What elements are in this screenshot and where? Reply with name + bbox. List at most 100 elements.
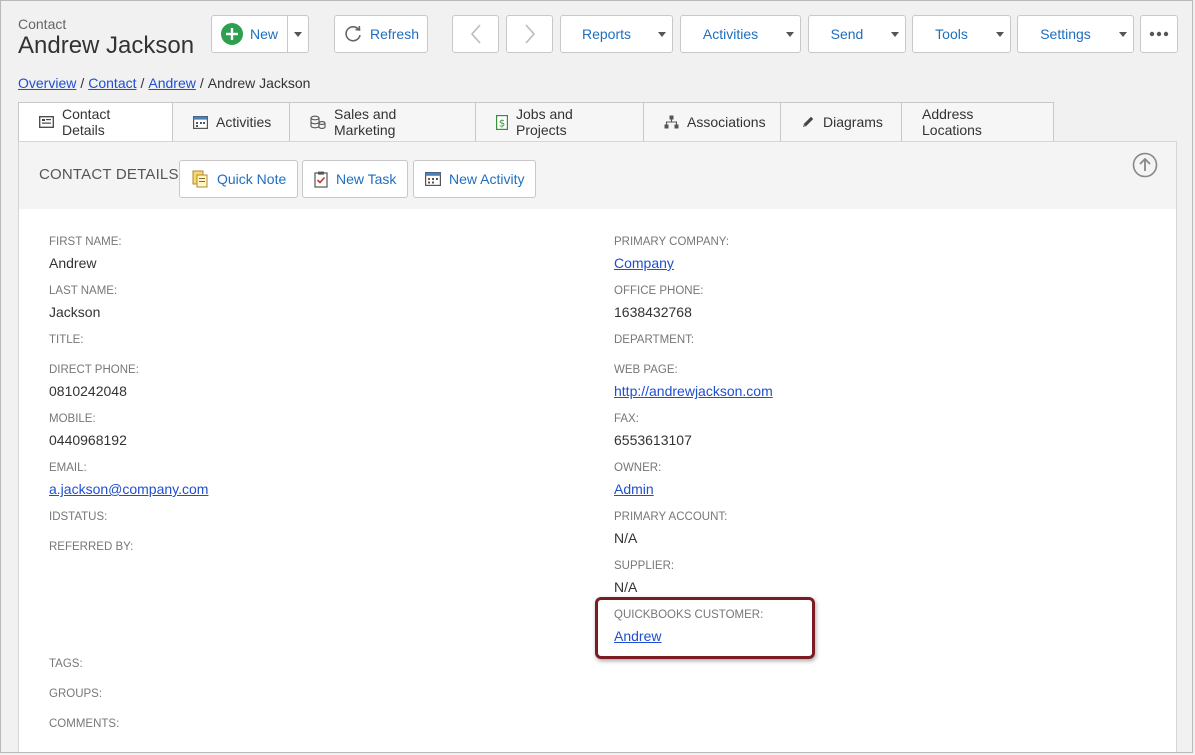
breadcrumb-link-andrew[interactable]: Andrew bbox=[148, 75, 195, 91]
calendar-icon bbox=[425, 172, 441, 186]
referred-by-label: REFERRED BY: bbox=[49, 541, 134, 553]
tab-label: Address Locations bbox=[922, 106, 982, 138]
web-page-label: WEB PAGE: bbox=[614, 364, 678, 376]
tab-sales-and-marketing[interactable]: Sales and Marketing bbox=[290, 102, 476, 142]
supplier-value: N/A bbox=[614, 579, 638, 595]
owner-label: OWNER: bbox=[614, 462, 662, 474]
tab-label: Associations bbox=[687, 114, 766, 130]
clipboard-check-icon bbox=[314, 171, 328, 188]
org-chart-icon bbox=[664, 115, 679, 129]
arrow-up-circle-icon[interactable] bbox=[1132, 152, 1158, 178]
new-button-main[interactable]: New bbox=[212, 23, 278, 45]
more-options-button[interactable] bbox=[1140, 15, 1178, 53]
primary-account-value: N/A bbox=[614, 530, 638, 546]
office-phone-value: 1638432768 bbox=[614, 304, 692, 320]
new-button-label: New bbox=[250, 26, 279, 42]
chevron-right-icon bbox=[524, 24, 535, 44]
previous-button[interactable] bbox=[452, 15, 499, 53]
new-task-label: New Task bbox=[336, 171, 397, 187]
chevron-down-icon bbox=[1113, 16, 1133, 52]
tools-label: Tools bbox=[935, 26, 968, 42]
idstatus-label: IDSTATUS: bbox=[49, 511, 108, 523]
tags-label: TAGS: bbox=[49, 658, 83, 670]
contact-details-panel: CONTACT DETAILS Quick Note New Task New … bbox=[18, 141, 1177, 752]
pencil-icon bbox=[801, 115, 815, 129]
panel-header: CONTACT DETAILS Quick Note New Task New … bbox=[19, 142, 1176, 209]
tab-diagrams[interactable]: Diagrams bbox=[781, 102, 902, 142]
panel-title: CONTACT DETAILS bbox=[39, 166, 179, 183]
settings-menu-button[interactable]: Settings bbox=[1017, 15, 1134, 53]
office-phone-label: OFFICE PHONE: bbox=[614, 285, 704, 297]
breadcrumb-link-contact[interactable]: Contact bbox=[88, 75, 136, 91]
breadcrumb-link-overview[interactable]: Overview bbox=[18, 75, 76, 91]
fax-label: FAX: bbox=[614, 413, 639, 425]
coins-icon bbox=[310, 115, 326, 129]
activities-label: Activities bbox=[702, 26, 759, 42]
refresh-icon bbox=[345, 25, 361, 42]
mobile-label: MOBILE: bbox=[49, 413, 96, 425]
app-window: Contact Andrew Jackson New Refresh Repor… bbox=[0, 0, 1193, 753]
direct-phone-value: 0810242048 bbox=[49, 383, 127, 399]
new-activity-button[interactable]: New Activity bbox=[413, 160, 537, 198]
new-task-button[interactable]: New Task bbox=[302, 160, 409, 198]
new-dropdown-caret[interactable] bbox=[288, 16, 308, 52]
new-button[interactable]: New bbox=[211, 15, 309, 53]
comments-label: COMMENTS: bbox=[49, 718, 120, 730]
quick-note-label: Quick Note bbox=[217, 171, 287, 187]
reports-label: Reports bbox=[581, 26, 632, 42]
title-label: TITLE: bbox=[49, 334, 84, 346]
tab-label: Sales and Marketing bbox=[334, 106, 397, 138]
entity-type-label: Contact bbox=[18, 16, 67, 32]
activities-menu-button[interactable]: Activities bbox=[680, 15, 801, 53]
new-activity-label: New Activity bbox=[449, 171, 525, 187]
refresh-button[interactable]: Refresh bbox=[334, 15, 428, 53]
quick-note-button[interactable]: Quick Note bbox=[179, 160, 299, 198]
fax-value: 6553613107 bbox=[614, 432, 692, 448]
tools-menu-button[interactable]: Tools bbox=[912, 15, 1011, 53]
page-title: Andrew Jackson bbox=[18, 32, 195, 59]
ellipsis-icon bbox=[1149, 31, 1169, 37]
email-label: EMAIL: bbox=[49, 462, 87, 474]
refresh-label: Refresh bbox=[369, 26, 420, 42]
next-button[interactable] bbox=[506, 15, 553, 53]
first-name-value: Andrew bbox=[49, 255, 97, 271]
tab-address-locations[interactable]: Address Locations bbox=[902, 102, 1054, 142]
plus-circle-icon bbox=[221, 23, 243, 45]
highlight-annotation-box bbox=[595, 597, 815, 659]
web-page-link[interactable]: http://andrewjackson.com bbox=[614, 383, 773, 399]
tab-jobs-and-projects[interactable]: $ Jobs and Projects bbox=[476, 102, 644, 142]
breadcrumb: Overview / Contact / Andrew / Andrew Jackson bbox=[18, 75, 311, 91]
supplier-label: SUPPLIER: bbox=[614, 560, 675, 572]
card-icon bbox=[39, 116, 54, 128]
last-name-label: LAST NAME: bbox=[49, 285, 118, 297]
primary-account-label: PRIMARY ACCOUNT: bbox=[614, 511, 728, 523]
breadcrumb-current: Andrew Jackson bbox=[207, 75, 311, 91]
note-icon bbox=[191, 170, 209, 188]
tab-label: Diagrams bbox=[823, 114, 883, 130]
first-name-label: FIRST NAME: bbox=[49, 236, 122, 248]
owner-link[interactable]: Admin bbox=[614, 481, 654, 497]
chevron-left-icon bbox=[470, 24, 481, 44]
calendar-icon bbox=[193, 115, 208, 129]
chevron-down-icon bbox=[780, 16, 800, 52]
direct-phone-label: DIRECT PHONE: bbox=[49, 364, 139, 376]
send-menu-button[interactable]: Send bbox=[808, 15, 906, 53]
email-link[interactable]: a.jackson@company.com bbox=[49, 481, 208, 497]
chevron-down-icon bbox=[652, 16, 672, 52]
dollar-doc-icon: $ bbox=[496, 114, 508, 130]
chevron-down-icon bbox=[990, 16, 1010, 52]
department-label: DEPARTMENT: bbox=[614, 334, 695, 346]
last-name-value: Jackson bbox=[49, 304, 101, 320]
send-label: Send bbox=[830, 26, 864, 42]
tab-associations[interactable]: Associations bbox=[644, 102, 781, 142]
svg-text:$: $ bbox=[499, 118, 505, 129]
reports-menu-button[interactable]: Reports bbox=[560, 15, 673, 53]
tab-activities[interactable]: Activities bbox=[173, 102, 290, 142]
tab-contact-details[interactable]: Contact Details bbox=[18, 102, 173, 142]
tab-bar: Contact Details Activities Sales and Mar… bbox=[18, 102, 1054, 142]
tab-label: Contact Details bbox=[62, 106, 111, 138]
primary-company-link[interactable]: Company bbox=[614, 255, 674, 271]
settings-label: Settings bbox=[1040, 26, 1091, 42]
tab-label: Activities bbox=[216, 114, 272, 130]
chevron-down-icon bbox=[885, 16, 905, 52]
